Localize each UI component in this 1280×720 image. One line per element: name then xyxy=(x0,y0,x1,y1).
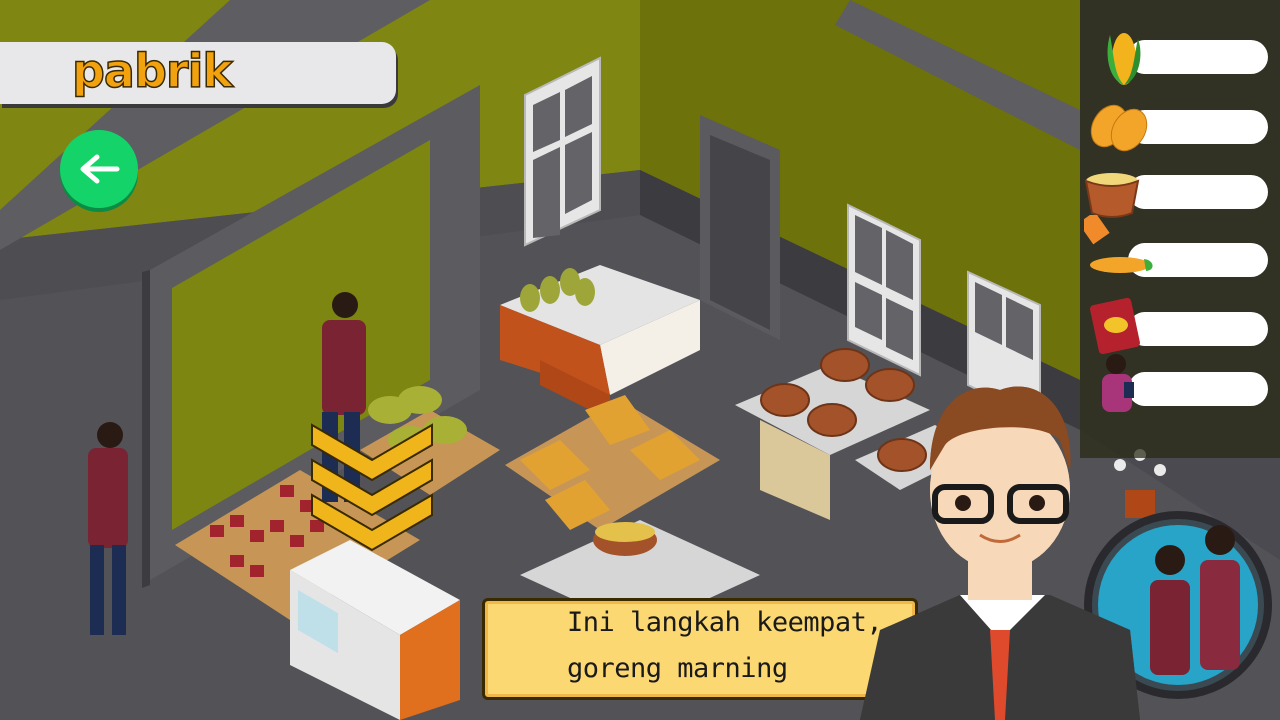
dried-corn-kernels-icon[interactable] xyxy=(1084,96,1154,158)
dialog-box[interactable]: Ini langkah keempat, goreng marning xyxy=(482,598,918,700)
marning-package-icon[interactable] xyxy=(1084,295,1154,357)
arrow-left-icon xyxy=(80,154,120,184)
corn-cob-icon[interactable] xyxy=(1084,25,1154,87)
corn-knife-icon[interactable] xyxy=(1084,215,1154,277)
guide-character-front xyxy=(860,386,1140,720)
dialog-line-1: Ini langkah keempat, xyxy=(567,607,883,638)
back-button[interactable] xyxy=(60,130,138,208)
dialog-line-2: goreng marning xyxy=(567,653,788,684)
location-title: pabrik xyxy=(71,43,233,99)
